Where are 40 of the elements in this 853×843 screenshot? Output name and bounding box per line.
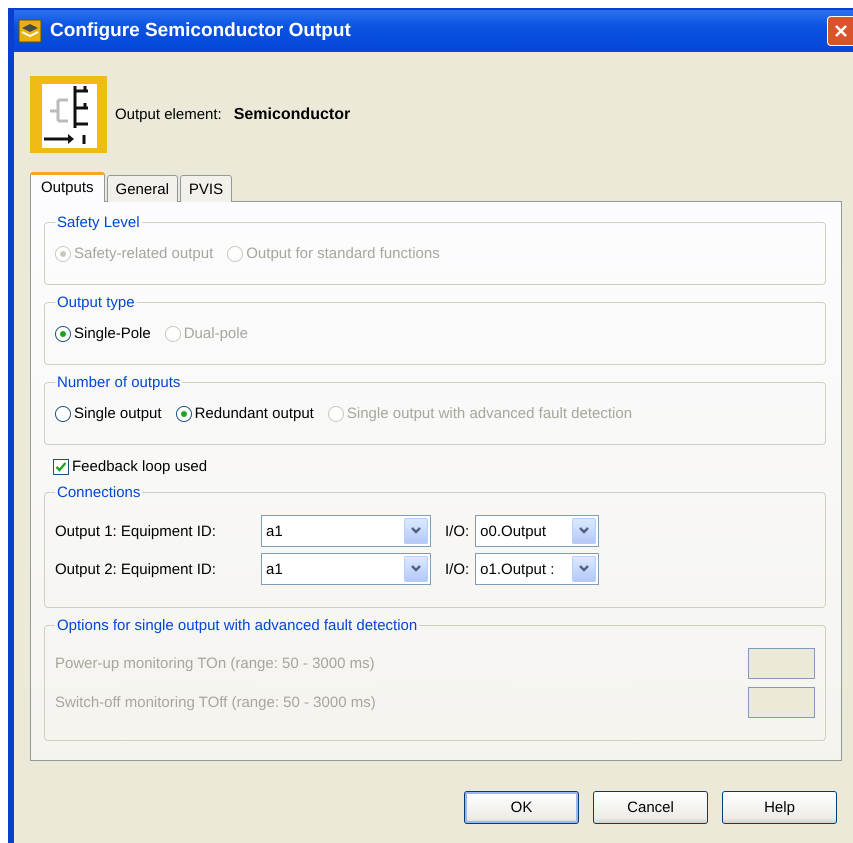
chevron-down-icon — [578, 526, 590, 536]
semiconductor-icon — [30, 76, 107, 153]
field-label: I/O: — [445, 560, 470, 578]
tab[interactable]: PVIS — [180, 175, 232, 202]
radio-button[interactable] — [55, 406, 71, 422]
field-label: Output 1: Equipment ID: — [55, 522, 217, 540]
radio-option[interactable]: Single output — [55, 405, 162, 422]
checkbox[interactable] — [53, 458, 69, 474]
dialog-button[interactable]: Help — [722, 791, 837, 824]
radio-button[interactable] — [176, 406, 192, 422]
output-element-label: Output element: — [115, 106, 222, 123]
field-label: I/O: — [445, 522, 470, 540]
radio-button[interactable] — [55, 326, 71, 342]
group-title: Options for single output with advanced fault detection — [56, 617, 418, 634]
window-title: Configure Semiconductor Output — [50, 20, 352, 42]
dialog-button[interactable]: Cancel — [593, 791, 708, 824]
field-label: Switch-off monitoring TOff (range: 50 - 3000 ms) — [55, 694, 377, 711]
group-title: Number of outputs — [56, 374, 182, 391]
output-element-value: Semiconductor — [234, 106, 350, 124]
chevron-down-icon — [410, 564, 422, 574]
chevron-down-icon — [410, 526, 422, 536]
equipment-id-dropdown[interactable]: a1 — [261, 553, 431, 585]
radio-option[interactable]: Single-Pole — [55, 325, 151, 342]
chevron-down-icon — [578, 564, 590, 574]
dialog-button[interactable]: OK — [464, 791, 579, 824]
group-title: Output type — [56, 294, 136, 311]
feedback-option[interactable]: Feedback loop used — [53, 458, 826, 475]
app-icon — [18, 19, 42, 43]
group-title: Safety Level — [56, 214, 141, 231]
io-dropdown[interactable]: o0.Output — [475, 515, 600, 547]
tab[interactable]: Outputs — [30, 172, 105, 202]
radio-option[interactable]: Redundant output — [176, 405, 314, 422]
io-dropdown[interactable]: o1.Output : — [475, 553, 600, 585]
field-label: Output 2: Equipment ID: — [55, 560, 217, 578]
equipment-id-dropdown[interactable]: a1 — [261, 515, 431, 547]
field-label: Power-up monitoring TOn (range: 50 - 3000 ms) — [55, 655, 376, 672]
tab[interactable]: General — [106, 175, 178, 202]
group-title: Connections — [56, 484, 142, 501]
close-button[interactable] — [827, 16, 853, 46]
close-icon — [832, 23, 848, 39]
